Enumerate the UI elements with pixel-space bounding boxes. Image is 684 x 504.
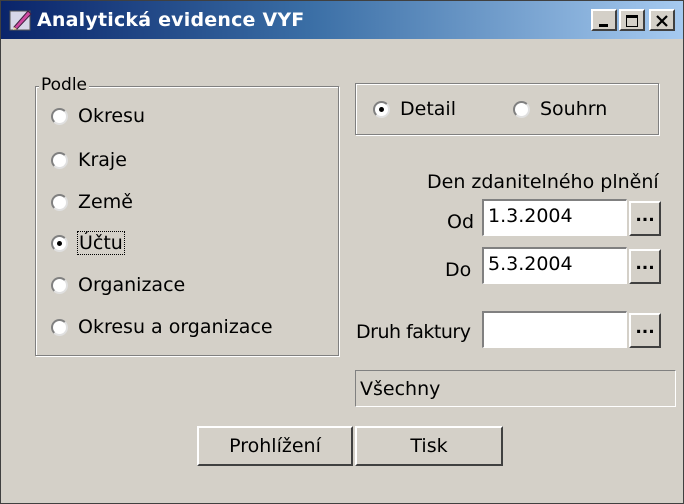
radio-zeme[interactable]: Země bbox=[51, 191, 133, 213]
radio-kraje[interactable]: Kraje bbox=[51, 149, 127, 171]
radio-uctu[interactable]: Účtu bbox=[51, 231, 125, 255]
radio-label: Okresu a organizace bbox=[78, 316, 273, 338]
date-to-field[interactable]: 5.3.2004 bbox=[482, 247, 627, 284]
radio-label: Detail bbox=[400, 98, 456, 120]
radio-label: Okresu bbox=[78, 105, 145, 127]
radio-label: Účtu bbox=[77, 231, 125, 255]
date-to-browse-button[interactable]: ... bbox=[629, 249, 661, 284]
radio-circle bbox=[51, 193, 68, 211]
maximize-button[interactable] bbox=[619, 9, 645, 31]
radio-detail[interactable]: Detail bbox=[373, 98, 456, 120]
date-to-label: Do bbox=[445, 259, 472, 281]
radio-circle bbox=[51, 151, 68, 169]
browse-button[interactable]: Prohlížení bbox=[197, 426, 353, 466]
close-icon bbox=[656, 15, 668, 27]
minimize-button[interactable] bbox=[591, 9, 617, 31]
app-window: Analytická evidence VYF Podle Okresu Kra… bbox=[0, 0, 684, 504]
radio-circle bbox=[51, 318, 68, 336]
invoice-type-browse-button[interactable]: ... bbox=[629, 313, 661, 348]
radio-souhrn[interactable]: Souhrn bbox=[513, 98, 607, 120]
radio-label: Země bbox=[78, 191, 133, 213]
radio-circle-selected bbox=[373, 100, 390, 118]
radio-label: Kraje bbox=[78, 149, 127, 171]
close-button[interactable] bbox=[649, 9, 675, 31]
maximize-icon bbox=[626, 15, 638, 27]
radio-label: Organizace bbox=[78, 274, 186, 296]
radio-circle bbox=[513, 100, 530, 118]
print-button[interactable]: Tisk bbox=[355, 426, 503, 466]
date-heading: Den zdanitelného plnění bbox=[427, 171, 659, 193]
dialog-body: Podle Okresu Kraje Země Účtu Organizace … bbox=[1, 39, 683, 503]
radio-circle bbox=[51, 276, 68, 294]
radio-okresu[interactable]: Okresu bbox=[51, 105, 145, 127]
radio-circle bbox=[51, 107, 68, 125]
minimize-icon bbox=[599, 24, 608, 27]
radio-label: Souhrn bbox=[540, 98, 608, 120]
radio-organizace[interactable]: Organizace bbox=[51, 274, 185, 296]
date-from-field[interactable]: 1.3.2004 bbox=[482, 199, 627, 236]
date-from-browse-button[interactable]: ... bbox=[629, 201, 661, 236]
window-title: Analytická evidence VYF bbox=[37, 9, 305, 31]
invoice-type-field[interactable] bbox=[482, 311, 627, 348]
radio-okresu-a-organizace[interactable]: Okresu a organizace bbox=[51, 316, 273, 338]
invoice-type-summary: Všechny bbox=[355, 370, 676, 407]
invoice-type-label: Druh faktury bbox=[356, 321, 471, 343]
title-bar[interactable]: Analytická evidence VYF bbox=[1, 1, 683, 39]
podle-legend: Podle bbox=[39, 75, 90, 95]
pen-app-icon bbox=[9, 10, 32, 31]
date-from-label: Od bbox=[447, 211, 475, 233]
radio-circle-selected bbox=[51, 234, 68, 252]
